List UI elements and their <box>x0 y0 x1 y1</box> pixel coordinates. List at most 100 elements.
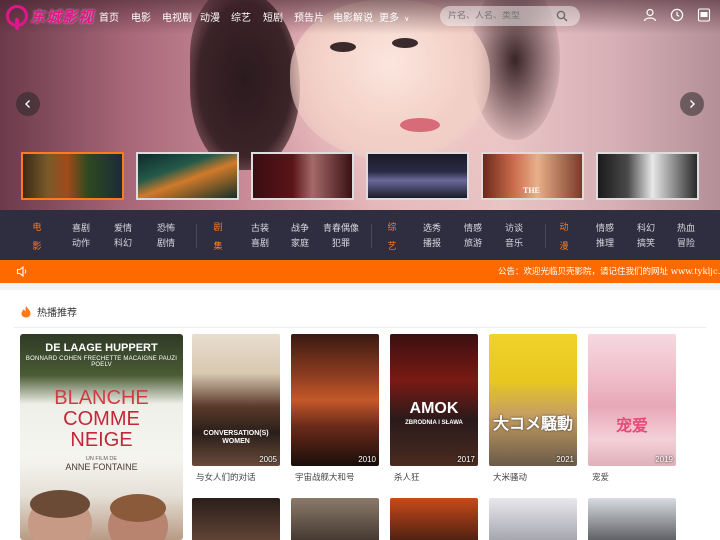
nav-variety[interactable]: 综艺 <box>231 9 251 24</box>
movie-poster-4[interactable]: 大コメ騒動 2021 <box>489 334 577 466</box>
movie-card-4[interactable]: 大コメ騒動 2021 大米骚动 <box>489 334 577 483</box>
hero-thumb-3[interactable] <box>251 152 354 200</box>
search-icon[interactable] <box>556 10 568 22</box>
movie-poster-row2-1[interactable] <box>192 498 280 540</box>
hero-thumb-6[interactable] <box>596 152 699 200</box>
cat-head-anime[interactable]: 动漫 <box>558 219 570 257</box>
logo-text: 东城影视 <box>30 7 95 26</box>
movie-title-2[interactable]: 宇宙战舰大和号 <box>291 471 379 483</box>
cat-divider-2 <box>371 224 372 248</box>
movie-title-4[interactable]: 大米骚动 <box>489 471 577 483</box>
notice-bar: 公告：欢迎光临贝壳影院，请记住我们的网址 www.tykljc.com， <box>0 260 720 283</box>
movie-poster-2[interactable]: 2010 <box>291 334 379 466</box>
movie-card-5[interactable]: 宠爱 2019 宠爱 <box>588 334 676 483</box>
nav-more-label: 更多 <box>379 13 399 24</box>
logo-mark-icon <box>6 5 28 30</box>
movie-title-1[interactable]: 与女人们的对话 <box>192 471 280 483</box>
nav-tv[interactable]: 电视剧 <box>162 9 192 24</box>
cat-variety-interview[interactable]: 访谈 <box>505 221 523 234</box>
cat-series-costume[interactable]: 古装 <box>251 221 269 234</box>
page: 东城影视 首页 电影 电视剧 动漫 综艺 短剧 预告片 电影解说 更多 ∨ 片名… <box>0 0 720 540</box>
featured-cast-names: BONNARD COHEN FRECHETTE MACAIGNE PAUZI P… <box>25 356 178 368</box>
hero-thumb-1[interactable] <box>21 152 124 200</box>
movie-card-1[interactable]: CONVERSATION(S) WOMEN 2005 与女人们的对话 <box>192 334 280 483</box>
cat-variety-emotion[interactable]: 情感 <box>464 221 482 234</box>
chevron-right-icon <box>690 100 695 108</box>
hero-prev-button[interactable] <box>16 92 40 116</box>
movie-poster-row2-4[interactable] <box>489 498 577 540</box>
cat-anime-emotion[interactable]: 情感 <box>596 221 614 234</box>
movie-year-1: 2005 <box>259 455 277 464</box>
cat-variety-news[interactable]: 播报 <box>423 236 441 249</box>
cat-anime-adventure[interactable]: 冒险 <box>677 236 695 249</box>
movie-card-2[interactable]: 2010 宇宙战舰大和号 <box>291 334 379 483</box>
cat-divider-3 <box>545 224 546 248</box>
cat-movie-action[interactable]: 动作 <box>72 236 90 249</box>
movie-year-5: 2019 <box>655 455 673 464</box>
app-download-icon[interactable] <box>697 8 711 22</box>
cat-series-family[interactable]: 家庭 <box>291 236 309 249</box>
movie-poster-3-text: AMOK <box>409 400 459 417</box>
nav-anime[interactable]: 动漫 <box>200 9 220 24</box>
section-divider <box>14 327 706 328</box>
notice-text: 公告：欢迎光临贝壳影院，请记住我们的网址 www.tykljc.com， <box>498 267 720 277</box>
featured-lead-names: DE LAAGE HUPPERT <box>45 342 158 354</box>
cat-anime-hot[interactable]: 热血 <box>677 221 695 234</box>
movie-poster-row2-2[interactable] <box>291 498 379 540</box>
cat-series-crime[interactable]: 犯罪 <box>332 236 350 249</box>
history-icon[interactable] <box>670 8 684 22</box>
featured-faces-art <box>28 490 168 540</box>
site-logo[interactable]: 东城影视 <box>6 4 95 30</box>
movie-title-3[interactable]: 杀人狂 <box>390 471 478 483</box>
nav-short[interactable]: 短剧 <box>263 9 283 24</box>
search-input[interactable] <box>448 11 556 21</box>
cat-series-comedy[interactable]: 喜剧 <box>251 236 269 249</box>
nav-trailer[interactable]: 预告片 <box>294 9 324 24</box>
movie-poster-row2-5[interactable] <box>588 498 676 540</box>
movie-card-3[interactable]: AMOK ZBRODNIA I SŁAWA 2017 杀人狂 <box>390 334 478 483</box>
featured-title-line-1: BLANCHE <box>54 387 149 409</box>
cat-anime-funny[interactable]: 搞笑 <box>637 236 655 249</box>
user-icon[interactable] <box>643 8 657 22</box>
movie-poster-row2-3[interactable] <box>390 498 478 540</box>
hero-eye-left <box>330 42 356 52</box>
cat-movie-drama[interactable]: 剧情 <box>157 236 175 249</box>
section-title: 热播推荐 <box>37 308 77 319</box>
cat-series-war[interactable]: 战争 <box>291 221 309 234</box>
nav-commentary[interactable]: 电影解说 <box>333 9 373 24</box>
movie-year-3: 2017 <box>457 455 475 464</box>
nav-movie[interactable]: 电影 <box>131 9 151 24</box>
cat-anime-mystery[interactable]: 推理 <box>596 236 614 249</box>
featured-credit: UN FILM DE ANNE FONTAINE <box>20 456 183 472</box>
cat-movie-comedy[interactable]: 喜剧 <box>72 221 90 234</box>
section-header: 热播推荐 <box>20 304 77 319</box>
hero-thumb-4[interactable] <box>366 152 469 200</box>
cat-movie-scifi[interactable]: 科幻 <box>114 236 132 249</box>
movie-poster-1[interactable]: CONVERSATION(S) WOMEN 2005 <box>192 334 280 466</box>
movie-year-4: 2021 <box>556 455 574 464</box>
nav-more[interactable]: 更多 ∨ <box>379 9 409 24</box>
search-box[interactable] <box>440 6 580 26</box>
cat-variety-travel[interactable]: 旅游 <box>464 236 482 249</box>
cat-series-idol[interactable]: 青春偶像 <box>323 221 359 234</box>
cat-head-series[interactable]: 剧集 <box>212 219 224 257</box>
cat-head-movie[interactable]: 电影 <box>31 219 43 257</box>
movie-poster-3[interactable]: AMOK ZBRODNIA I SŁAWA 2017 <box>390 334 478 466</box>
cat-variety-music[interactable]: 音乐 <box>505 236 523 249</box>
cat-anime-scifi[interactable]: 科幻 <box>637 221 655 234</box>
hero-thumb-5-caption: THE <box>523 186 540 195</box>
movie-title-5[interactable]: 宠爱 <box>588 471 676 483</box>
cat-movie-romance[interactable]: 爱情 <box>114 221 132 234</box>
cat-head-variety[interactable]: 综艺 <box>386 219 398 257</box>
cat-divider-1 <box>196 224 197 248</box>
featured-poster[interactable]: DE LAAGE HUPPERT BONNARD COHEN FRECHETTE… <box>20 334 183 540</box>
featured-title-line-2: COMME <box>63 408 140 430</box>
cat-variety-talent[interactable]: 选秀 <box>423 221 441 234</box>
hero-thumb-5[interactable]: THE <box>481 152 584 200</box>
cat-movie-horror[interactable]: 恐怖 <box>157 221 175 234</box>
hero-next-button[interactable] <box>680 92 704 116</box>
movie-poster-5[interactable]: 宠爱 2019 <box>588 334 676 466</box>
nav-home[interactable]: 首页 <box>99 9 119 24</box>
hero-thumb-2[interactable] <box>136 152 239 200</box>
chevron-down-icon: ∨ <box>404 15 410 23</box>
